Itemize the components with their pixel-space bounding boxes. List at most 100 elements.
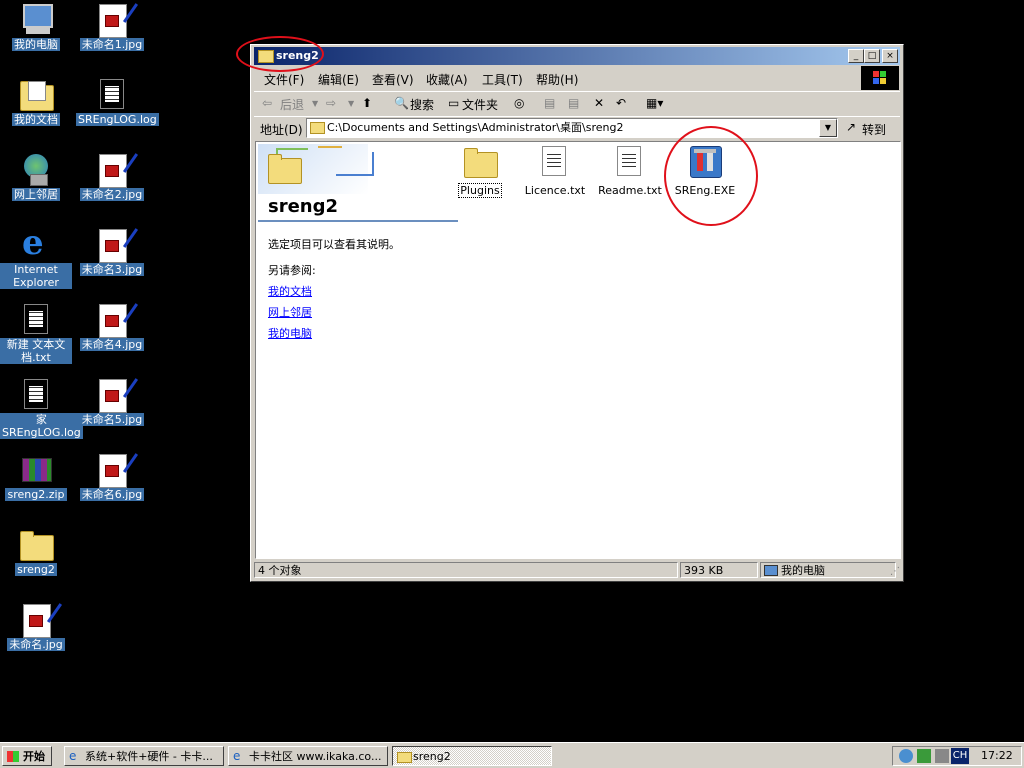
search-button[interactable]: 搜索	[410, 96, 434, 113]
desktop-icon[interactable]: sreng2.zip	[0, 454, 72, 501]
desktop-icon[interactable]: 未命名4.jpg	[76, 304, 148, 351]
move-to-icon[interactable]: ▤	[544, 96, 555, 110]
resize-grip-icon[interactable]: ⋰	[890, 566, 900, 577]
windows-logo-icon	[861, 66, 899, 90]
desktop-icon-label: SREngLOG.log	[76, 113, 159, 126]
security-tray-icon[interactable]	[917, 749, 931, 763]
menu-tools[interactable]: 工具(T)	[482, 71, 523, 88]
link-my-documents[interactable]: 我的文档	[268, 283, 458, 299]
taskbar-button-ie-2[interactable]: e 卡卡社区 www.ikaka.co...	[228, 746, 388, 766]
desktop-icon-label: 未命名2.jpg	[79, 188, 145, 201]
status-location: 我的电脑	[760, 562, 896, 578]
desktop-icon[interactable]: 未命名2.jpg	[76, 154, 148, 201]
desktop-icon[interactable]: 未命名5.jpg	[76, 379, 148, 426]
network-tray-icon[interactable]	[899, 749, 913, 763]
desktop-icon-label: 家 SREngLOG.log	[0, 413, 83, 439]
folder-icon	[268, 154, 302, 184]
title-bar[interactable]: sreng2 _ □ ×	[254, 47, 900, 65]
start-button[interactable]: 开始	[2, 746, 52, 766]
clock[interactable]: 17:22	[981, 749, 1013, 762]
windows-logo-icon	[7, 751, 19, 762]
copy-to-icon[interactable]: ▤	[568, 96, 579, 110]
maximize-button[interactable]: □	[864, 49, 880, 63]
text-file-icon	[100, 79, 124, 109]
desktop-icon[interactable]: SREngLOG.log	[76, 79, 159, 126]
close-button[interactable]: ×	[882, 49, 898, 63]
desktop-icon[interactable]: e Internet Explorer	[0, 223, 72, 289]
status-size: 393 KB	[680, 562, 758, 578]
link-my-computer[interactable]: 我的电脑	[268, 325, 458, 341]
desktop-icon-label: sreng2.zip	[5, 488, 67, 501]
folders-button[interactable]: 文件夹	[462, 96, 498, 113]
menu-bar: 文件(F) 编辑(E) 查看(V) 收藏(A) 工具(T) 帮助(H)	[254, 67, 900, 89]
file-name: Licence.txt	[524, 184, 586, 197]
desktop-icon[interactable]: 我的电脑	[0, 4, 72, 51]
panel-folder-name: sreng2	[268, 196, 339, 217]
folder-icon	[397, 752, 412, 763]
desktop-icon-label: 未命名3.jpg	[79, 263, 145, 276]
annotation-circle	[236, 36, 324, 72]
forward-button[interactable]: ⇨	[326, 96, 336, 110]
taskbar-button-label: 系统+软件+硬件 - 卡卡...	[85, 750, 213, 763]
menu-help[interactable]: 帮助(H)	[536, 71, 578, 88]
zip-archive-icon	[22, 458, 52, 482]
desktop-icon-label: 新建 文本文档.txt	[0, 338, 72, 364]
desktop-icon[interactable]: 我的文档	[0, 79, 72, 126]
ie-icon: e	[69, 749, 77, 763]
back-dropdown-icon[interactable]: ▼	[312, 99, 318, 108]
go-button[interactable]: 转到	[862, 121, 886, 138]
desktop-icon[interactable]: 未命名6.jpg	[76, 454, 148, 501]
menu-view[interactable]: 查看(V)	[372, 71, 414, 88]
views-icon[interactable]: ▦▾	[646, 96, 663, 110]
up-folder-icon[interactable]: ⬆	[362, 96, 372, 110]
desktop-icon[interactable]: 未命名.jpg	[0, 604, 72, 651]
taskbar-button-label: 卡卡社区 www.ikaka.co...	[249, 750, 382, 763]
desktop-icon-label: 我的文档	[12, 113, 60, 126]
taskbar-button-label: sreng2	[413, 750, 451, 763]
undo-icon[interactable]: ↶	[616, 96, 626, 110]
desktop-icon-label: 未命名5.jpg	[79, 413, 145, 426]
desktop-icon[interactable]: 家 SREngLOG.log	[0, 379, 83, 439]
back-button[interactable]: 后退	[280, 96, 304, 113]
search-icon[interactable]: 🔍	[394, 96, 409, 110]
jpg-file-icon	[99, 229, 127, 263]
folder-icon	[464, 148, 498, 178]
folders-icon[interactable]: ▭	[448, 96, 459, 110]
menu-file[interactable]: 文件(F)	[264, 71, 304, 88]
ie-icon: e	[233, 749, 241, 763]
file-name: Plugins	[458, 183, 502, 198]
file-item[interactable]: Plugins	[444, 146, 516, 198]
annotation-circle	[664, 126, 758, 226]
jpg-file-icon	[99, 304, 127, 338]
desktop-icon-label: 未命名.jpg	[7, 638, 65, 651]
status-object-count: 4 个对象	[254, 562, 678, 578]
go-arrow-icon[interactable]: ↗	[846, 120, 856, 134]
jpg-file-icon	[99, 379, 127, 413]
address-input[interactable]: C:\Documents and Settings\Administrator\…	[306, 118, 838, 138]
forward-dropdown-icon[interactable]: ▼	[348, 99, 354, 108]
file-name: Readme.txt	[598, 184, 662, 197]
desktop-icon[interactable]: 网上邻居	[0, 154, 72, 201]
menu-edit[interactable]: 编辑(E)	[318, 71, 359, 88]
taskbar-button-ie-1[interactable]: e 系统+软件+硬件 - 卡卡...	[64, 746, 224, 766]
desktop-icon[interactable]: 新建 文本文档.txt	[0, 304, 72, 364]
language-indicator[interactable]: CH	[951, 748, 969, 764]
file-item[interactable]: Readme.txt	[594, 146, 666, 197]
menu-favorites[interactable]: 收藏(A)	[426, 71, 468, 88]
display-tray-icon[interactable]	[935, 749, 949, 763]
link-network-places[interactable]: 网上邻居	[268, 304, 458, 320]
chevron-down-icon[interactable]: ▼	[819, 119, 837, 137]
history-icon[interactable]: ◎	[514, 96, 524, 110]
desktop-icon-label: 网上邻居	[12, 188, 60, 201]
minimize-button[interactable]: _	[848, 49, 864, 63]
desktop-icon[interactable]: 未命名1.jpg	[76, 4, 148, 51]
computer-icon	[764, 565, 778, 576]
jpg-file-icon	[99, 454, 127, 488]
back-arrow-icon: ⇦	[262, 96, 273, 110]
taskbar-button-sreng2[interactable]: sreng2	[392, 746, 552, 766]
panel-description: 选定项目可以查看其说明。	[268, 238, 400, 251]
desktop-icon[interactable]: sreng2	[0, 529, 72, 576]
desktop-icon[interactable]: 未命名3.jpg	[76, 229, 148, 276]
file-item[interactable]: Licence.txt	[519, 146, 591, 197]
delete-icon[interactable]: ✕	[594, 96, 604, 110]
